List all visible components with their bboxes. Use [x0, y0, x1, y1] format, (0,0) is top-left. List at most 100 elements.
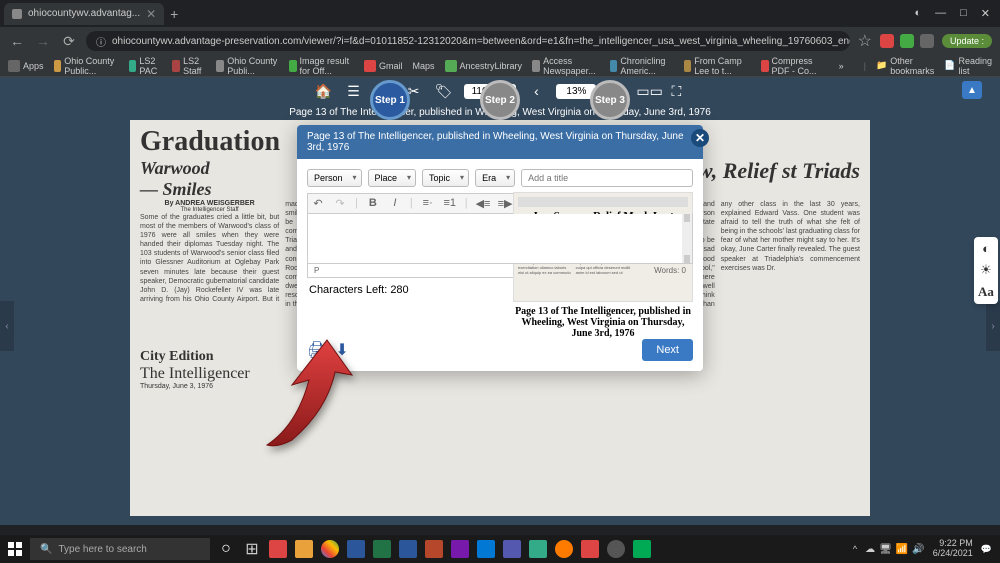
steps-row: Step 1 Step 2 Step 3	[0, 80, 1000, 120]
start-button[interactable]	[0, 535, 30, 563]
bookmark-item[interactable]: Gmail	[364, 60, 403, 72]
browser-tabs-row: ohiocountywv.advantag... ✕ + ◐ — □ ✕	[0, 0, 1000, 27]
browser-tab[interactable]: ohiocountywv.advantag... ✕	[4, 3, 164, 25]
bookmark-item[interactable]: Compress PDF - Co...	[761, 56, 829, 76]
bookmark-item[interactable]: Chronicling Americ...	[610, 56, 674, 76]
bookmark-item[interactable]: From Camp Lee to t...	[684, 56, 751, 76]
system-tray: ^ ☁ 🖥 📶 🔊 9:22 PM 6/24/2021 💬	[853, 539, 1000, 559]
window-controls: ◐ — □ ✕	[914, 7, 1000, 20]
person-dropdown[interactable]: Person	[307, 169, 362, 187]
tab-favicon	[12, 9, 22, 19]
bold-icon[interactable]: B	[366, 197, 380, 210]
step-badge-3[interactable]: Step 3	[590, 80, 630, 120]
topic-dropdown[interactable]: Topic	[422, 169, 469, 187]
taskbar-app[interactable]	[344, 537, 368, 561]
cortana-icon[interactable]: ○	[214, 537, 238, 561]
taskbar-app[interactable]	[318, 537, 342, 561]
site-info-icon[interactable]: ⓘ	[96, 34, 106, 49]
bookmark-star-icon[interactable]: ☆	[858, 31, 872, 51]
step-badge-1[interactable]: Step 1	[370, 80, 410, 120]
onedrive-icon[interactable]: ☁	[865, 544, 875, 555]
bookmark-item[interactable]: Image result for Off...	[289, 56, 354, 76]
notifications-icon[interactable]: 💬	[981, 544, 992, 555]
minimize-icon[interactable]: —	[935, 7, 946, 20]
bookmark-item[interactable]: LS2 Staff	[172, 56, 206, 76]
ext-icon[interactable]	[880, 34, 894, 48]
bookmark-item[interactable]: Ohio County Publi...	[216, 56, 278, 76]
forward-button[interactable]: →	[34, 33, 52, 49]
clip-modal: Page 13 of The Intelligencer, published …	[297, 125, 703, 371]
taskbar-app[interactable]	[630, 537, 654, 561]
taskbar-search[interactable]: 🔍 Type here to search	[30, 538, 210, 560]
tab-title: ohiocountywv.advantag...	[28, 8, 140, 19]
back-button[interactable]: ←	[8, 33, 26, 49]
taskbar-app[interactable]	[292, 537, 316, 561]
bookmarks-bar: Apps Ohio County Public... LS2 PAC LS2 S…	[0, 55, 1000, 77]
taskbar-clock[interactable]: 9:22 PM 6/24/2021	[933, 539, 973, 559]
redo-icon[interactable]: ↷	[333, 197, 347, 210]
network-icon[interactable]: 🖥	[879, 544, 892, 555]
editor-scrollbar[interactable]	[682, 214, 692, 263]
bookmark-item[interactable]: AncestryLibrary	[445, 60, 523, 72]
next-button[interactable]: Next	[642, 339, 693, 361]
taskbar: 🔍 Type here to search ○ ⊞ ^ ☁ 🖥 📶 🔊 9:22…	[0, 535, 1000, 563]
other-bookmarks[interactable]: 📁Other bookmarks	[876, 56, 934, 76]
italic-icon[interactable]: I	[388, 197, 402, 210]
taskbar-app[interactable]	[370, 537, 394, 561]
taskbar-app[interactable]	[396, 537, 420, 561]
task-view-icon[interactable]: ⊞	[240, 537, 264, 561]
title-input[interactable]	[521, 169, 693, 187]
taskbar-app[interactable]	[500, 537, 524, 561]
clip-caption: Page 13 of The Intelligencer, published …	[513, 306, 693, 339]
taskbar-app[interactable]	[474, 537, 498, 561]
url-bar[interactable]: ⓘ ohiocountywv.advantage-preservation.co…	[86, 31, 850, 51]
document-viewer: Step 1 Step 2 Step 3 🏠 ☰ 🔍 ✂ 🏷 110% ‹ 13…	[0, 77, 1000, 525]
taskbar-app[interactable]	[578, 537, 602, 561]
bookmarks-overflow[interactable]: »	[839, 61, 844, 71]
taskbar-app[interactable]	[526, 537, 550, 561]
extensions	[880, 34, 934, 48]
modal-close-button[interactable]: ✕	[691, 129, 709, 147]
editor-textarea[interactable]	[307, 214, 693, 264]
bookmark-item[interactable]: Ohio County Public...	[54, 56, 119, 76]
extension-icon[interactable]: ◐	[914, 7, 921, 20]
ext-icon[interactable]	[920, 34, 934, 48]
new-tab-button[interactable]: +	[170, 6, 178, 22]
volume-icon[interactable]: 🔊	[912, 544, 924, 555]
close-window-icon[interactable]: ✕	[981, 7, 990, 20]
taskbar-app[interactable]	[422, 537, 446, 561]
undo-icon[interactable]: ↶	[311, 197, 325, 210]
clock-date: 6/24/2021	[933, 549, 973, 559]
download-icon[interactable]: ⬇	[335, 340, 348, 360]
modal-title: Page 13 of The Intelligencer, published …	[307, 131, 693, 153]
outdent-icon[interactable]: ◀≡	[476, 197, 490, 210]
apps-button[interactable]: Apps	[8, 60, 44, 72]
url-text: ohiocountywv.advantage-preservation.com/…	[112, 36, 850, 47]
editor-word-count: Words: 0	[654, 266, 686, 275]
reading-list[interactable]: 📄Reading list	[944, 56, 992, 76]
bullet-list-icon[interactable]: ≡·	[421, 197, 435, 210]
modal-overlay: Page 13 of The Intelligencer, published …	[0, 77, 1000, 525]
taskbar-app[interactable]	[448, 537, 472, 561]
tray-overflow-icon[interactable]: ^	[853, 544, 857, 554]
update-button[interactable]: Update :	[942, 34, 992, 48]
indent-icon[interactable]: ≡▶	[498, 197, 512, 210]
wifi-icon[interactable]: 📶	[896, 544, 908, 555]
bookmark-item[interactable]: LS2 PAC	[129, 56, 163, 76]
reload-button[interactable]: ⟳	[60, 33, 78, 50]
taskbar-app[interactable]	[266, 537, 290, 561]
search-placeholder: Type here to search	[58, 544, 146, 555]
ext-icon[interactable]	[900, 34, 914, 48]
bookmark-item[interactable]: Access Newspaper...	[532, 56, 600, 76]
modal-footer: 🖨 ⬇ Next	[297, 339, 703, 371]
number-list-icon[interactable]: ≡1	[443, 197, 457, 210]
maximize-icon[interactable]: □	[960, 7, 967, 20]
tab-close-icon[interactable]: ✕	[146, 7, 156, 21]
place-dropdown[interactable]: Place	[368, 169, 417, 187]
taskbar-app[interactable]	[552, 537, 576, 561]
taskbar-app[interactable]	[604, 537, 628, 561]
bookmark-item[interactable]: Maps	[413, 61, 435, 71]
era-dropdown[interactable]: Era	[475, 169, 515, 187]
step-badge-2[interactable]: Step 2	[480, 80, 520, 120]
print-icon[interactable]: 🖨	[307, 340, 327, 360]
